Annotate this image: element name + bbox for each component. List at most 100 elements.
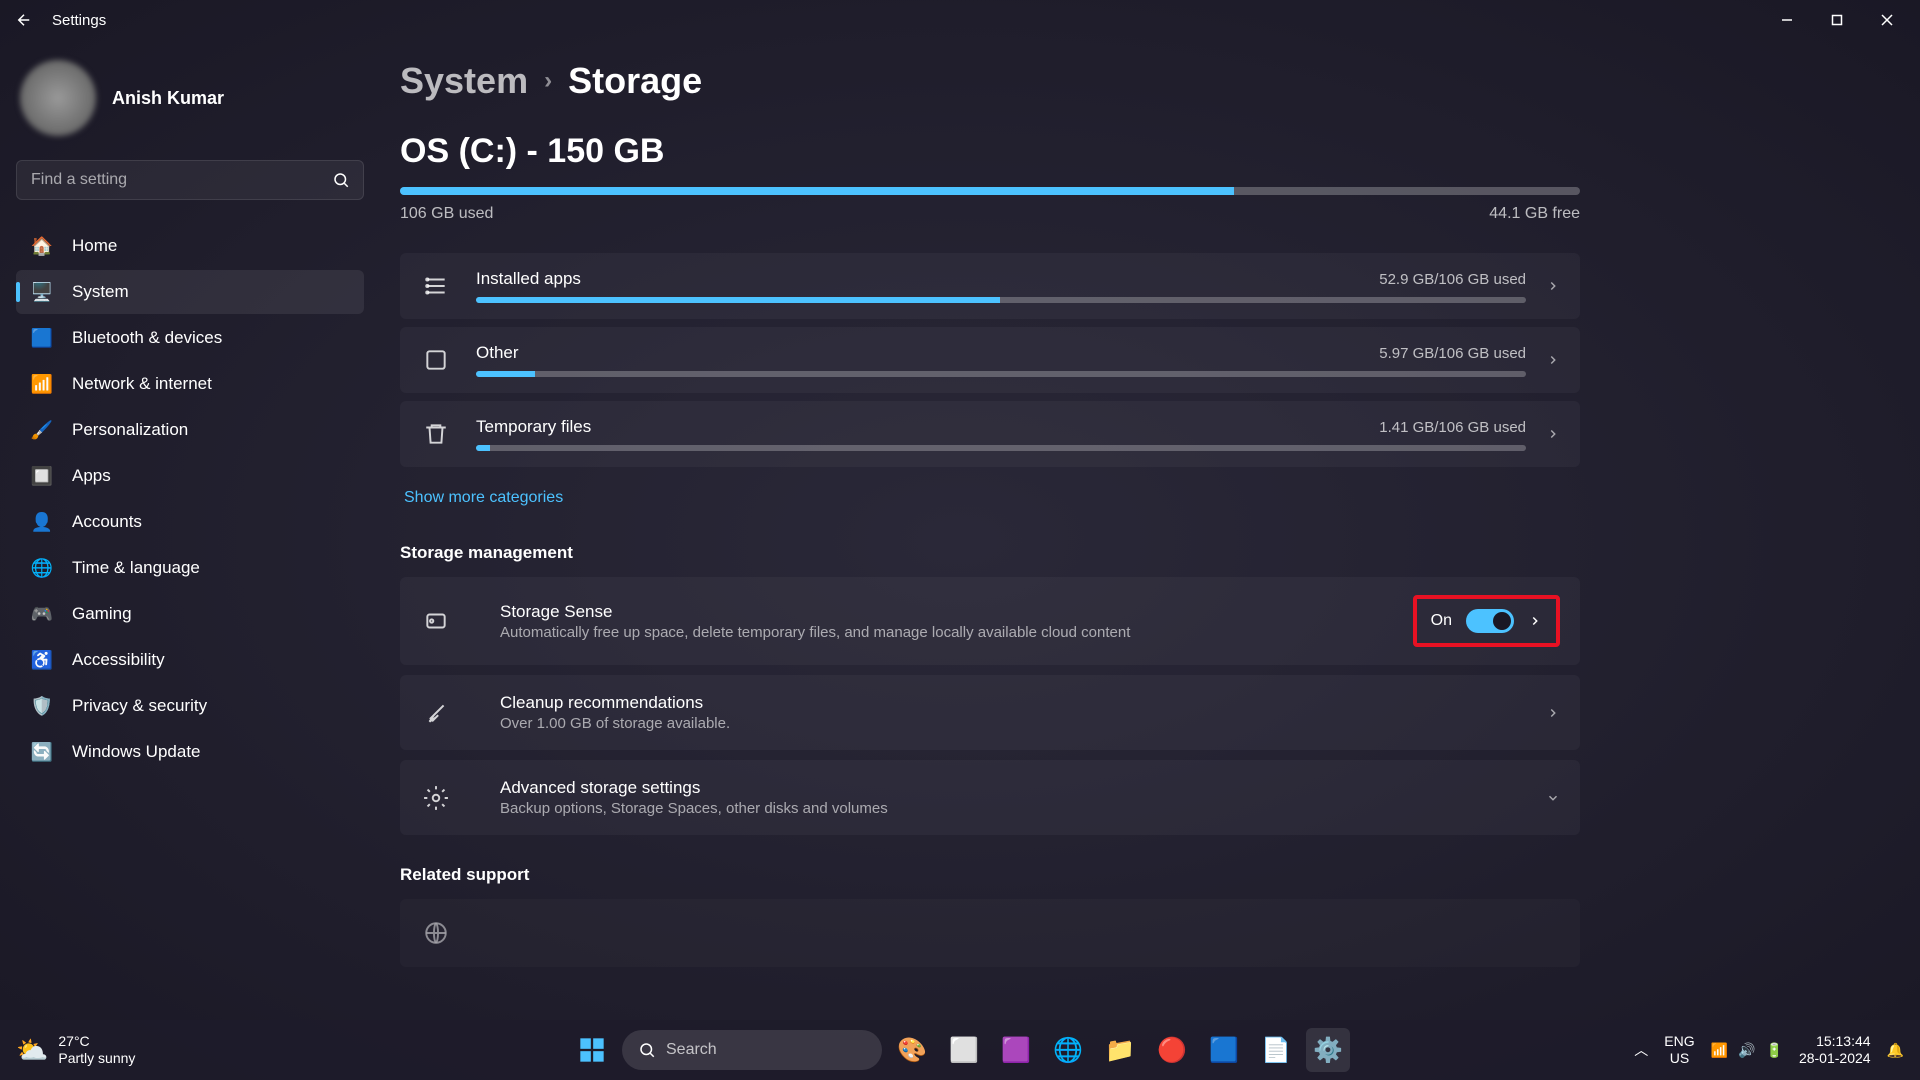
breadcrumb-current: Storage [568,60,702,102]
tray-chevron-up-icon[interactable]: ︿ [1634,1040,1648,1060]
taskbar-search[interactable]: Search [622,1030,882,1070]
nav-label: System [72,282,129,302]
storage-sense-card[interactable]: Storage Sense Automatically free up spac… [400,577,1580,665]
nav-icon: 🔄 [30,740,54,764]
storage-category-card[interactable]: Other 5.97 GB/106 GB used [400,327,1580,393]
sidebar-item-accounts[interactable]: 👤Accounts [16,500,364,544]
volume-icon[interactable]: 🔊 [1738,1042,1755,1059]
taskbar-app-notepad[interactable]: 📄 [1254,1028,1298,1072]
back-button[interactable] [8,4,40,36]
taskbar-app-explorer[interactable]: 📁 [1098,1028,1142,1072]
wifi-icon[interactable]: 📶 [1711,1042,1728,1059]
nav-icon: 🛡️ [30,694,54,718]
date-label: 28-01-2024 [1799,1050,1871,1067]
nav-label: Time & language [72,558,200,578]
category-bar [476,445,1526,451]
sidebar-item-system[interactable]: 🖥️ System [16,270,364,314]
sidebar-item-privacy-security[interactable]: 🛡️ Privacy & security [16,684,364,728]
advanced-storage-card[interactable]: Advanced storage settings Backup options… [400,760,1580,835]
sidebar-item-apps[interactable]: 🔲Apps [16,454,364,498]
user-profile[interactable]: Anish Kumar [16,60,364,136]
drive-free-label: 44.1 GB free [1489,205,1580,223]
category-icon [420,418,452,450]
nav-label: Gaming [72,604,132,624]
weather-widget[interactable]: ⛅ 27°C Partly sunny [16,1033,135,1067]
minimize-icon [1781,14,1793,26]
advanced-title: Advanced storage settings [500,778,1526,798]
taskbar-app-word[interactable]: 🟦 [1202,1028,1246,1072]
category-icon [420,344,452,376]
taskbar-app-taskview[interactable]: ⬜ [942,1028,986,1072]
sidebar-item-home[interactable]: 🏠Home [16,224,364,268]
nav-label: Network & internet [72,374,212,394]
category-name: Installed apps [476,269,581,289]
nav-icon: ♿ [30,648,54,672]
taskbar-app-copilot[interactable]: 🎨 [890,1028,934,1072]
close-icon [1881,14,1893,26]
breadcrumb: System › Storage [400,60,1580,102]
category-name: Temporary files [476,417,591,437]
maximize-button[interactable] [1812,0,1862,40]
minimize-button[interactable] [1762,0,1812,40]
close-button[interactable] [1862,0,1912,40]
drive-used-label: 106 GB used [400,205,493,223]
arrow-left-icon [15,11,33,29]
storage-category-card[interactable]: Installed apps 52.9 GB/106 GB used [400,253,1580,319]
cleanup-recommendations-card[interactable]: Cleanup recommendations Over 1.00 GB of … [400,675,1580,750]
related-support-heading: Related support [400,865,1580,885]
nav-icon: 🟦 [30,326,54,350]
avatar [20,60,96,136]
show-more-categories-link[interactable]: Show more categories [404,489,563,507]
sidebar-item-gaming[interactable]: 🎮Gaming [16,592,364,636]
search-icon [332,171,350,189]
breadcrumb-parent[interactable]: System [400,60,528,102]
windows-icon [578,1036,606,1064]
category-name: Other [476,343,519,363]
cleanup-title: Cleanup recommendations [500,693,1526,713]
category-usage: 1.41 GB/106 GB used [1379,419,1526,436]
nav-label: Privacy & security [72,696,207,716]
chevron-right-icon [1546,427,1560,441]
start-button[interactable] [570,1028,614,1072]
drive-title: OS (C:) - 150 GB [400,132,1580,171]
nav-label: Personalization [72,420,188,440]
nav-icon: 🔲 [30,464,54,488]
weather-icon: ⛅ [16,1035,48,1066]
chevron-right-icon [1546,353,1560,367]
weather-temp: 27°C [58,1033,135,1050]
taskbar-app-generic[interactable]: 🟪 [994,1028,1038,1072]
help-card[interactable] [400,899,1580,967]
sidebar-item-personalization[interactable]: 🖌️ Personalization [16,408,364,452]
taskbar-app-chrome[interactable]: 🔴 [1150,1028,1194,1072]
drive-usage-bar [400,187,1580,195]
globe-icon [420,917,452,949]
notifications-icon[interactable]: 🔔 [1887,1042,1904,1059]
clock[interactable]: 15:13:44 28-01-2024 [1799,1033,1871,1067]
weather-desc: Partly sunny [58,1050,135,1067]
sidebar-item-time-language[interactable]: 🌐Time & language [16,546,364,590]
language-code[interactable]: ENG [1664,1033,1694,1050]
gear-icon [420,782,452,814]
storage-category-card[interactable]: Temporary files 1.41 GB/106 GB used [400,401,1580,467]
broom-icon [420,697,452,729]
nav-label: Home [72,236,117,256]
sidebar-item-windows-update[interactable]: 🔄 Windows Update [16,730,364,774]
taskbar-app-edge[interactable]: 🌐 [1046,1028,1090,1072]
cleanup-subtitle: Over 1.00 GB of storage available. [500,715,1526,732]
nav-icon: 🖌️ [30,418,54,442]
chevron-right-icon: › [544,67,552,95]
nav-label: Bluetooth & devices [72,328,222,348]
sidebar-item-bluetooth-devices[interactable]: 🟦 Bluetooth & devices [16,316,364,360]
nav-label: Windows Update [72,742,201,762]
nav-icon: 🖥️ [30,280,54,304]
category-usage: 52.9 GB/106 GB used [1379,271,1526,288]
search-input[interactable] [16,160,364,200]
storage-sense-toggle[interactable] [1466,609,1514,633]
nav-label: Accounts [72,512,142,532]
sidebar-item-accessibility[interactable]: ♿Accessibility [16,638,364,682]
battery-icon[interactable]: 🔋 [1766,1042,1783,1059]
search-icon [638,1041,656,1059]
sidebar-item-network-internet[interactable]: 📶Network & internet [16,362,364,406]
taskbar-app-settings[interactable]: ⚙️ [1306,1028,1350,1072]
chevron-down-icon [1546,791,1560,805]
